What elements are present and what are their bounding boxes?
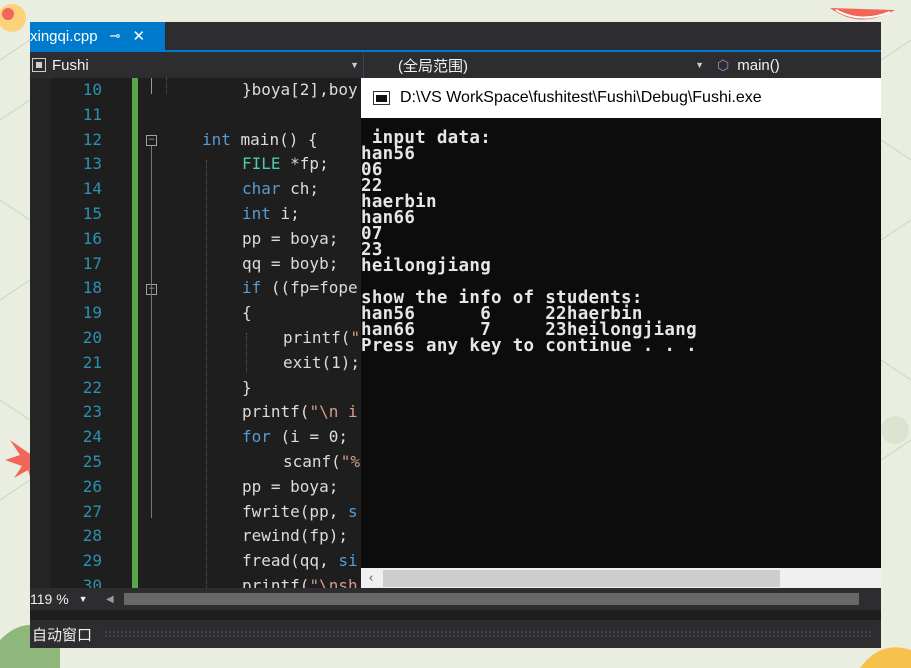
line-number: 25 xyxy=(82,452,102,471)
scroll-left-icon[interactable]: ‹ xyxy=(361,571,381,586)
console-title: D:\VS WorkSpace\fushitest\Fushi\Debug\Fu… xyxy=(400,89,762,106)
line-number: 10 xyxy=(82,80,102,99)
line-number: 21 xyxy=(82,352,102,372)
autos-window-header[interactable]: 自动窗口 xyxy=(30,620,881,648)
line-number: 20 xyxy=(82,328,102,347)
indent-guide xyxy=(206,160,207,588)
line-number: 27 xyxy=(82,501,102,521)
code-line-27: fwrite(pp, s xyxy=(242,501,358,521)
console-line: 06 xyxy=(361,160,383,180)
drag-grip[interactable] xyxy=(104,630,873,638)
navigation-bar: Fushi ▼ (全局范围) ▼ ⬡ main() xyxy=(30,52,881,78)
console-scrollbar-thumb[interactable] xyxy=(383,569,780,587)
document-tab-strip: xingqi.cpp ⊸ ✕ xyxy=(30,22,881,52)
code-line-16: pp = boya; xyxy=(242,228,339,248)
console-line: haerbin xyxy=(361,192,437,212)
line-number: 26 xyxy=(82,476,102,496)
indent-guide xyxy=(246,333,247,373)
code-line-19: { xyxy=(242,303,252,323)
console-line: 22 xyxy=(361,176,383,196)
chevron-down-icon: ▼ xyxy=(350,60,359,70)
indent-guide xyxy=(166,78,167,94)
console-line: han56 xyxy=(361,144,416,164)
code-line-22: } xyxy=(242,377,252,397)
code-line-25: scanf("% xyxy=(283,452,361,471)
zoom-level: 119 % xyxy=(30,591,69,607)
line-number: 29 xyxy=(82,551,102,571)
code-line-30: printf("\nsh xyxy=(242,576,358,588)
function-dropdown[interactable]: ⬡ main() xyxy=(713,52,881,78)
code-line-29: fread(qq, si xyxy=(242,551,358,571)
editor-margin xyxy=(30,78,50,588)
collapse-icon[interactable]: − xyxy=(146,135,157,146)
console-output: input data: han56 06 22 haerbin han66 07… xyxy=(361,128,881,356)
code-line-26: pp = boya; xyxy=(242,476,339,496)
line-number: 22 xyxy=(82,377,102,397)
code-line-12: int main() { xyxy=(202,129,318,149)
editor-status-bar: 119 % ▼ ◀ xyxy=(30,588,881,610)
autos-window-title: 自动窗口 xyxy=(32,626,93,644)
console-line: heilongjiang xyxy=(361,256,492,276)
code-line-21: exit(1); xyxy=(283,352,361,372)
line-number: 28 xyxy=(82,526,102,546)
line-number: 16 xyxy=(82,228,102,248)
line-number: 23 xyxy=(82,402,102,422)
chevron-down-icon: ▼ xyxy=(78,594,88,604)
line-number: 12 xyxy=(82,129,102,149)
fold-line xyxy=(151,146,152,518)
code-line-10: }boya[2],boy xyxy=(242,80,358,99)
zoom-dropdown[interactable]: 119 % ▼ xyxy=(30,588,102,610)
line-number: 17 xyxy=(82,253,102,273)
chevron-down-icon: ▼ xyxy=(695,60,704,70)
fold-line xyxy=(151,78,152,94)
code-line-14: char ch; xyxy=(242,179,320,199)
close-icon[interactable]: ✕ xyxy=(132,27,145,45)
editor-horizontal-scrollbar[interactable]: ◀ xyxy=(106,591,881,607)
code-line-23: printf("\n i xyxy=(242,402,358,422)
code-line-13: FILE *fp; xyxy=(242,154,329,174)
code-line-24: for (i = 0; xyxy=(242,427,348,447)
line-number: 14 xyxy=(82,179,102,199)
console-app-icon xyxy=(373,91,390,105)
line-number: 13 xyxy=(82,154,102,174)
console-line: han66 xyxy=(361,208,416,228)
code-line-17: qq = boyb; xyxy=(242,253,339,273)
line-number: 15 xyxy=(82,204,102,223)
console-window[interactable]: D:\VS WorkSpace\fushitest\Fushi\Debug\Fu… xyxy=(361,78,881,588)
tab-filename: xingqi.cpp xyxy=(30,27,98,45)
scroll-left-icon[interactable]: ◀ xyxy=(106,594,118,605)
code-line-28: rewind(fp); xyxy=(242,526,348,546)
pin-icon[interactable]: ⊸ xyxy=(110,28,121,44)
line-number: 18 xyxy=(82,278,102,298)
line-number: 30 xyxy=(82,576,102,588)
scope-dropdown[interactable]: (全局范围) ▼ xyxy=(368,52,708,78)
scope-label: (全局范围) xyxy=(398,57,468,75)
line-number: 24 xyxy=(82,427,102,447)
project-label: Fushi xyxy=(52,56,89,74)
console-horizontal-scrollbar[interactable]: ‹ xyxy=(361,568,881,588)
console-line: 07 xyxy=(361,224,383,244)
console-title-bar[interactable]: D:\VS WorkSpace\fushitest\Fushi\Debug\Fu… xyxy=(361,78,881,118)
project-icon xyxy=(32,58,46,72)
method-cube-icon: ⬡ xyxy=(717,56,730,73)
code-line-20: printf(" xyxy=(283,328,361,347)
line-number: 11 xyxy=(82,104,102,124)
code-line-18: if ((fp=fope xyxy=(242,278,358,298)
code-line-15: int i; xyxy=(242,204,300,223)
console-line: Press any key to continue . . . xyxy=(361,336,697,356)
scrollbar-thumb[interactable] xyxy=(124,593,859,605)
console-line: input data: xyxy=(361,128,492,148)
tab-xingqi-cpp[interactable]: xingqi.cpp ⊸ ✕ xyxy=(30,22,165,50)
function-label: main() xyxy=(737,56,780,74)
change-tracking-bar xyxy=(132,78,138,588)
line-number: 19 xyxy=(82,303,102,323)
project-dropdown[interactable]: Fushi ▼ xyxy=(30,52,364,78)
